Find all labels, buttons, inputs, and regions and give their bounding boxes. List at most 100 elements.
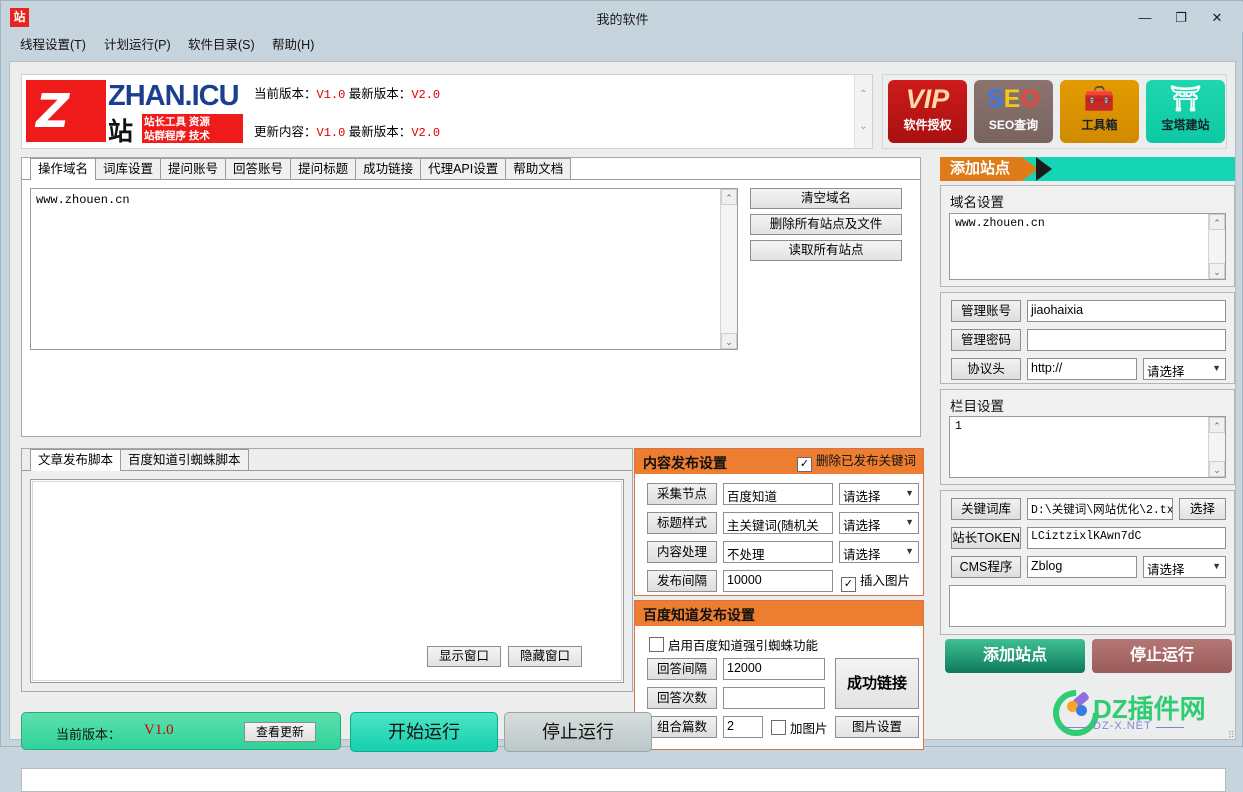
tab-question-title[interactable]: 提问标题 <box>290 158 357 179</box>
answer-count-input[interactable] <box>723 687 825 709</box>
domain-list-scrollbar[interactable]: ⌃ ⌄ <box>720 189 737 349</box>
answer-interval-label[interactable]: 回答间隔 <box>647 658 717 680</box>
enable-spider-checkbox[interactable]: 启用百度知道强引蜘蛛功能 <box>649 637 818 653</box>
scroll-up-icon[interactable]: ⌃ <box>1209 214 1225 230</box>
delete-published-keyword-box[interactable]: ✓ 删除已发布关键词 <box>796 454 916 472</box>
menu-item-scheduled-run[interactable]: 计划运行(P) <box>98 36 177 54</box>
webmaster-token-input[interactable]: LCiztzixlKAwn7dC <box>1027 527 1226 549</box>
scroll-down-icon[interactable]: ⌄ <box>1209 461 1225 477</box>
update-scrollbar[interactable]: ⌃ ⌄ <box>854 75 872 148</box>
scroll-down-icon[interactable]: ⌄ <box>858 121 869 132</box>
publish-interval-label[interactable]: 发布间隔 <box>647 570 717 592</box>
image-settings-button[interactable]: 图片设置 <box>835 716 919 738</box>
delete-published-keyword-label: 删除已发布关键词 <box>815 454 916 468</box>
column-scrollbar[interactable]: ⌃ ⌄ <box>1208 417 1225 477</box>
stop-run-button[interactable]: 停止运行 <box>504 712 652 752</box>
protocol-label[interactable]: 协议头 <box>951 358 1021 380</box>
webmaster-token-label[interactable]: 站长TOKEN <box>951 527 1021 549</box>
menu-item-help[interactable]: 帮助(H) <box>266 36 320 54</box>
tab-article-publish-script[interactable]: 文章发布脚本 <box>30 449 122 471</box>
script-tabstrip: 文章发布脚本 百度知道引蜘蛛脚本 <box>22 449 249 471</box>
protocol-input[interactable]: http:// <box>1027 358 1137 380</box>
menu-item-software-dir[interactable]: 软件目录(S) <box>182 36 261 54</box>
seo-query-button[interactable]: SEO SEO查询 <box>974 80 1053 143</box>
menu-item-thread-settings[interactable]: 线程设置(T) <box>14 36 92 54</box>
insert-image-checkbox[interactable]: ✓ 插入图片 <box>841 574 910 592</box>
minimize-icon[interactable]: — <box>1127 5 1163 31</box>
collect-node-input[interactable]: 百度知道 <box>723 483 833 505</box>
success-link-button[interactable]: 成功链接 <box>835 658 919 709</box>
start-run-button[interactable]: 开始运行 <box>350 712 498 752</box>
shortcut-button-bar: VIP 软件授权 SEO SEO查询 🧰 工具箱 ⛩ 宝塔建站 <box>882 74 1227 149</box>
content-publish-title: 内容发布设置 <box>643 455 727 471</box>
cms-program-select[interactable]: 请选择 ▼ <box>1143 556 1226 578</box>
scroll-up-icon[interactable]: ⌃ <box>721 189 737 205</box>
scroll-up-icon[interactable]: ⌃ <box>858 89 869 100</box>
close-icon[interactable]: ✕ <box>1199 5 1235 31</box>
tab-baidu-spider-script[interactable]: 百度知道引蜘蛛脚本 <box>120 449 249 470</box>
bt-panel-button[interactable]: ⛩ 宝塔建站 <box>1146 80 1225 143</box>
admin-account-label[interactable]: 管理账号 <box>951 300 1021 322</box>
tab-thesaurus-settings[interactable]: 词库设置 <box>95 158 162 179</box>
answer-count-label[interactable]: 回答次数 <box>647 687 717 709</box>
protocol-select[interactable]: 请选择 ▼ <box>1143 358 1226 380</box>
collect-node-select[interactable]: 请选择 ▼ <box>839 483 919 505</box>
keyword-library-label[interactable]: 关键词库 <box>951 498 1021 520</box>
vip-license-button[interactable]: VIP 软件授权 <box>888 80 967 143</box>
tab-answer-account[interactable]: 回答账号 <box>225 158 292 179</box>
add-site-button[interactable]: 添加站点 <box>945 639 1085 673</box>
tab-help-doc[interactable]: 帮助文档 <box>505 158 572 179</box>
tab-success-links[interactable]: 成功链接 <box>355 158 422 179</box>
choose-keyword-file-button[interactable]: 选择 <box>1179 498 1226 520</box>
domain-tab-body: www.zhouen.cn ⌃ ⌄ 清空域名 删除所有站点及文件 读取所有站点 <box>22 179 920 436</box>
content-process-label[interactable]: 内容处理 <box>647 541 717 563</box>
publish-interval-input[interactable]: 10000 <box>723 570 833 592</box>
read-all-sites-button[interactable]: 读取所有站点 <box>750 240 902 261</box>
title-style-select[interactable]: 请选择 ▼ <box>839 512 919 534</box>
content-publish-group: 内容发布设置 ✓ 删除已发布关键词 采集节点 百度知道 请选择 ▼ 标题样式 主关键… <box>634 448 924 596</box>
add-image-checkbox[interactable]: 加图片 <box>771 720 828 736</box>
sidebar-log-box[interactable] <box>949 585 1226 627</box>
cms-program-label[interactable]: CMS程序 <box>951 556 1021 578</box>
scroll-down-icon[interactable]: ⌄ <box>1209 263 1225 279</box>
combine-count-label[interactable]: 组合篇数 <box>647 716 717 738</box>
tab-operate-domain[interactable]: 操作域名 <box>30 158 97 180</box>
show-window-button[interactable]: 显示窗口 <box>427 646 501 667</box>
clear-domains-button[interactable]: 清空域名 <box>750 188 902 209</box>
sidebar-domain-textarea[interactable]: www.zhouen.cn ⌃ ⌄ <box>949 213 1226 280</box>
sidebar-domain-scrollbar[interactable]: ⌃ ⌄ <box>1208 214 1225 279</box>
resize-grip[interactable]: ⠿ <box>1228 731 1238 743</box>
sidebar-stop-button[interactable]: 停止运行 <box>1092 639 1232 673</box>
chevron-down-icon: ▼ <box>905 488 914 498</box>
hide-window-button[interactable]: 隐藏窗口 <box>508 646 582 667</box>
title-style-select-value: 请选择 <box>843 519 881 533</box>
check-update-button[interactable]: 查看更新 <box>244 722 316 742</box>
delete-published-keyword-checkbox[interactable]: ✓ 删除已发布关键词 <box>796 454 916 472</box>
column-textarea[interactable]: 1 ⌃ ⌄ <box>949 416 1226 478</box>
maximize-icon[interactable]: ❐ <box>1163 5 1199 31</box>
admin-password-input[interactable] <box>1027 329 1226 351</box>
domain-tabstrip: 操作域名 词库设置 提问账号 回答账号 提问标题 成功链接 代理API设置 帮助… <box>22 158 572 180</box>
scroll-up-icon[interactable]: ⌃ <box>1209 417 1225 433</box>
domain-settings-caption: 域名设置 <box>950 195 1004 210</box>
cms-program-input[interactable]: Zblog <box>1027 556 1137 578</box>
answer-interval-input[interactable]: 12000 <box>723 658 825 680</box>
title-style-input[interactable]: 主关键词(随机关 <box>723 512 833 534</box>
logo-brand-text: ZHAN.ICU <box>108 80 240 112</box>
title-style-label[interactable]: 标题样式 <box>647 512 717 534</box>
collect-node-label[interactable]: 采集节点 <box>647 483 717 505</box>
delete-all-sites-button[interactable]: 删除所有站点及文件 <box>750 214 902 235</box>
content-process-input[interactable]: 不处理 <box>723 541 833 563</box>
toolbox-button[interactable]: 🧰 工具箱 <box>1060 80 1139 143</box>
domain-list-textarea[interactable]: www.zhouen.cn ⌃ ⌄ <box>30 188 738 350</box>
tab-proxy-api-settings[interactable]: 代理API设置 <box>420 158 507 179</box>
update-row1-current: V1.0 <box>316 88 346 102</box>
scroll-down-icon[interactable]: ⌄ <box>721 333 737 349</box>
admin-password-label[interactable]: 管理密码 <box>951 329 1021 351</box>
tab-question-account[interactable]: 提问账号 <box>160 158 227 179</box>
combine-count-input[interactable]: 2 <box>723 716 763 738</box>
admin-account-input[interactable]: jiaohaixia <box>1027 300 1226 322</box>
content-process-select[interactable]: 请选择 ▼ <box>839 541 919 563</box>
keyword-library-input[interactable]: D:\关键词\网站优化\2.txt <box>1027 498 1173 520</box>
sidebar-header: 添加站点 <box>940 157 1235 181</box>
